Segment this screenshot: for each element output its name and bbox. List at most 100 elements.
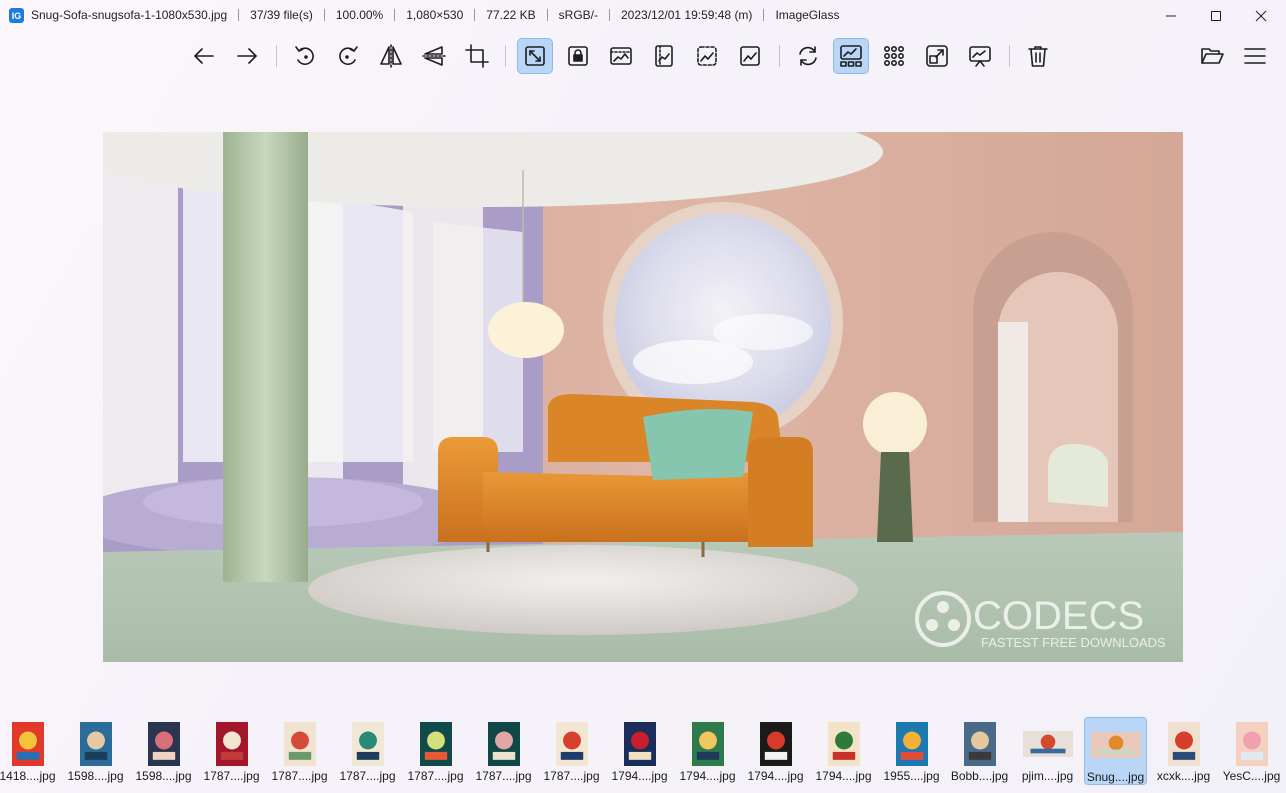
thumbnail-image <box>691 722 724 771</box>
checkerboard-button[interactable] <box>876 38 912 74</box>
crop-icon <box>465 44 489 68</box>
thumbnail-label: 1787....jpg <box>271 769 328 783</box>
thumbnail-label: 1598....jpg <box>135 769 192 783</box>
forward-button[interactable] <box>229 38 265 74</box>
thumbnail[interactable]: 1787....jpg <box>336 717 399 785</box>
toolbar-separator <box>276 45 277 67</box>
delete-button[interactable] <box>1020 38 1056 74</box>
flip-vertical-button[interactable] <box>416 38 452 74</box>
title-filename: Snug-Sofa-snugsofa-1-1080x530.jpg <box>31 8 228 22</box>
thumbnail-label: 1787....jpg <box>543 769 600 783</box>
lock-zoom-icon <box>568 46 588 66</box>
thumbnail[interactable]: 1955....jpg <box>880 717 943 785</box>
lock-zoom-button[interactable] <box>560 38 596 74</box>
minimize-button[interactable] <box>1148 0 1194 32</box>
close-button[interactable] <box>1238 0 1284 32</box>
title-app-name: ImageGlass <box>763 9 850 21</box>
thumbnail[interactable]: 1598....jpg <box>64 717 127 785</box>
toolbar <box>0 36 1286 76</box>
thumbnail-label: pjim....jpg <box>1021 769 1074 783</box>
thumbnail-label: 1787....jpg <box>475 769 532 783</box>
open-external-button[interactable] <box>919 38 955 74</box>
thumbnail-label: xcxk....jpg <box>1156 769 1211 783</box>
back-button[interactable] <box>186 38 222 74</box>
open-file-button[interactable] <box>1194 38 1230 74</box>
title-date: 2023/12/01 19:59:48 (m) <box>609 9 763 21</box>
scale-to-fit-button[interactable] <box>689 38 725 74</box>
thumbnail-label: 1794....jpg <box>815 769 872 783</box>
thumbnail-image <box>419 722 452 771</box>
title-segments: Snug-Sofa-snugsofa-1-1080x530.jpg 37/39 … <box>31 9 850 21</box>
thumbnail[interactable]: 1598....jpg <box>132 717 195 785</box>
thumbnail-label: Snug....jpg <box>1086 770 1145 784</box>
crop-button[interactable] <box>459 38 495 74</box>
thumbnail[interactable]: xcxk....jpg <box>1152 717 1215 785</box>
auto-zoom-icon <box>525 46 545 66</box>
main-menu-button[interactable] <box>1237 38 1273 74</box>
thumbnail-image <box>827 722 860 771</box>
image-viewer[interactable]: CODECS FASTEST FREE DOWNLOADS <box>103 132 1183 662</box>
flip-horizontal-button[interactable] <box>373 38 409 74</box>
maximize-button[interactable] <box>1193 0 1239 32</box>
menu-icon <box>1244 48 1266 64</box>
thumbnail-image <box>79 722 112 771</box>
thumbnail[interactable]: pjim....jpg <box>1016 717 1079 785</box>
thumbnail-image <box>1090 732 1141 763</box>
imageglass-app-icon: IG <box>9 8 24 23</box>
thumbnail[interactable]: 1794....jpg <box>608 717 671 785</box>
thumbnail[interactable]: 1794....jpg <box>812 717 875 785</box>
thumbnail[interactable]: 1787....jpg <box>472 717 535 785</box>
gallery-icon <box>840 45 862 67</box>
scale-to-height-icon <box>655 45 673 67</box>
thumbnail-label: 1787....jpg <box>339 769 396 783</box>
rotate-left-button[interactable] <box>287 38 323 74</box>
slideshow-icon <box>969 46 991 67</box>
thumbnail-image <box>215 722 248 771</box>
thumbnail-image <box>895 722 928 771</box>
auto-zoom-button[interactable] <box>517 38 553 74</box>
refresh-icon <box>799 46 817 66</box>
trash-icon <box>1028 46 1048 67</box>
thumbnail[interactable]: 1787....jpg <box>200 717 263 785</box>
thumbnail-label: 1418....jpg <box>0 769 56 783</box>
thumbnail[interactable]: 1787....jpg <box>404 717 467 785</box>
thumbnail-image <box>283 722 316 771</box>
thumbnail[interactable]: 1794....jpg <box>744 717 807 785</box>
refresh-button[interactable] <box>790 38 826 74</box>
thumbnail-image <box>1235 722 1268 771</box>
rotate-left-icon <box>295 46 314 66</box>
thumbnail-image <box>1022 731 1073 762</box>
title-zoom: 100.00% <box>323 9 394 21</box>
thumbnail-image <box>1167 722 1200 771</box>
sofa-room-image: CODECS FASTEST FREE DOWNLOADS <box>103 132 1183 662</box>
thumbnail-image <box>555 722 588 771</box>
toolbar-separator <box>505 45 506 67</box>
scale-to-width-icon <box>610 47 632 65</box>
maximize-icon <box>1211 11 1221 21</box>
gallery-button[interactable] <box>833 38 869 74</box>
thumbnail[interactable]: 1794....jpg <box>676 717 739 785</box>
thumbnail-label: 1794....jpg <box>679 769 736 783</box>
thumbnail[interactable]: 1418....jpg <box>0 717 59 785</box>
scale-to-fill-button[interactable] <box>732 38 768 74</box>
thumbnail-label: Bobb....jpg <box>950 769 1009 783</box>
thumbnail[interactable]: Bobb....jpg <box>948 717 1011 785</box>
thumbnail[interactable]: Snug....jpg <box>1084 717 1147 785</box>
thumbnail-image <box>623 722 656 771</box>
thumbnail[interactable]: YesC....jpg <box>1220 717 1283 785</box>
scale-to-width-button[interactable] <box>603 38 639 74</box>
thumbnail[interactable]: 1787....jpg <box>540 717 603 785</box>
thumbnail[interactable]: 1787....jpg <box>268 717 331 785</box>
checkerboard-grid-icon <box>883 45 904 66</box>
toolbar-separator <box>1009 45 1010 67</box>
thumbnail-image <box>487 722 520 771</box>
watermark-brand: CODECS <box>973 594 1144 638</box>
slideshow-button[interactable] <box>962 38 998 74</box>
thumbnail-label: YesC....jpg <box>1222 769 1281 783</box>
rotate-right-button[interactable] <box>330 38 366 74</box>
title-file-size: 77.22 KB <box>474 9 546 21</box>
scale-to-height-button[interactable] <box>646 38 682 74</box>
title-file-count: 37/39 file(s) <box>238 9 324 21</box>
flip-vertical-icon <box>422 46 446 66</box>
open-external-icon <box>926 45 948 67</box>
